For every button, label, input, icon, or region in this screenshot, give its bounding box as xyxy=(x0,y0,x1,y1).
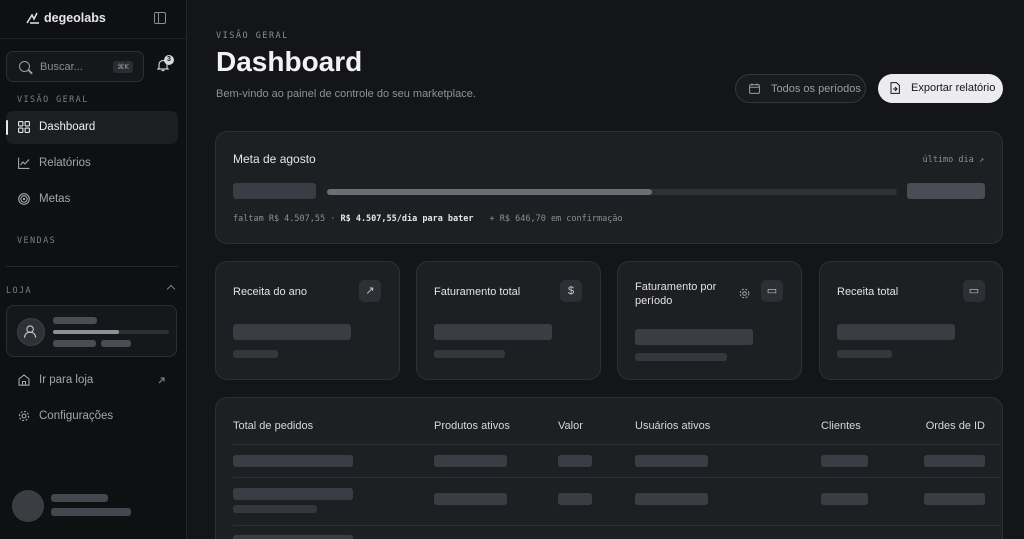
page-subtitle: Bem-vindo ao painel de controle do seu m… xyxy=(216,88,476,100)
chart-icon xyxy=(18,157,30,169)
section-label-sales: VENDAS xyxy=(17,236,57,246)
sidebar-item-relatorios[interactable]: Relatórios xyxy=(6,147,178,180)
search-placeholder: Buscar... xyxy=(40,61,83,73)
store-selector[interactable] xyxy=(6,305,177,357)
user-icon xyxy=(23,325,37,338)
column-header[interactable]: Valor xyxy=(558,420,583,432)
main-content: VISÃO GERAL Dashboard Bem-vindo ao paine… xyxy=(188,0,1024,539)
store-name-skeleton xyxy=(53,317,97,324)
stat-card-receita-ano: Receita do ano ↗ xyxy=(215,261,400,380)
export-report-label: Exportar relatório xyxy=(911,82,996,94)
column-header[interactable]: Produtos ativos xyxy=(434,420,510,432)
user-avatar[interactable] xyxy=(12,490,44,522)
stat-card-faturamento-periodo: Faturamento por período ▭ xyxy=(617,261,802,380)
search-shortcut: ⌘K xyxy=(113,61,133,73)
search-input[interactable]: Buscar... ⌘K xyxy=(6,51,144,82)
sidebar: degeolabs Buscar... ⌘K 3 VISÃO GERAL Das… xyxy=(0,0,187,539)
period-filter-button[interactable]: Todos os períodos xyxy=(735,74,866,103)
row-divider xyxy=(233,525,1001,526)
stat-title: Faturamento total xyxy=(434,286,521,298)
goal-last-day-link[interactable]: último dia ↗ xyxy=(923,155,984,165)
search-icon xyxy=(19,61,30,72)
stat-card-faturamento-total: Faturamento total $ xyxy=(416,261,601,380)
stat-value-skeleton xyxy=(434,324,552,340)
period-filter-label: Todos os períodos xyxy=(771,83,861,95)
gear-icon xyxy=(18,410,30,422)
home-icon xyxy=(18,374,30,386)
stat-meta-skeleton xyxy=(635,353,727,361)
page-eyebrow: VISÃO GERAL xyxy=(216,31,289,41)
export-report-button[interactable]: Exportar relatório xyxy=(878,74,1003,103)
goal-confirming: + R$ 646,70 em confirmação xyxy=(489,214,623,224)
stat-value-skeleton xyxy=(837,324,955,340)
row-divider xyxy=(233,477,1001,478)
divider xyxy=(6,266,178,267)
goal-current-skeleton xyxy=(233,183,316,199)
external-link-icon xyxy=(158,377,165,384)
active-indicator xyxy=(6,120,8,135)
goal-per-day: R$ 4.507,55/dia para bater xyxy=(340,214,474,224)
chevron-up-icon[interactable] xyxy=(166,284,176,294)
calendar-icon xyxy=(749,83,760,94)
column-header[interactable]: Total de pedidos xyxy=(233,420,313,432)
trend-up-icon: ↗ xyxy=(359,280,381,302)
column-header[interactable]: Ordes de ID xyxy=(926,420,985,432)
divider xyxy=(0,38,187,39)
user-name-skeleton xyxy=(51,494,108,502)
settings-icon[interactable] xyxy=(739,288,750,299)
sidebar-item-label: Configurações xyxy=(39,410,114,422)
stat-title: Receita total xyxy=(837,286,899,298)
card-icon: ▭ xyxy=(761,280,783,302)
store-progress-fill xyxy=(53,330,119,334)
sidebar-item-configuracoes[interactable]: Configurações xyxy=(6,400,178,433)
brand-logo[interactable]: degeolabs xyxy=(26,11,106,25)
section-label-store: LOJA xyxy=(6,286,33,296)
stat-meta-skeleton xyxy=(837,350,892,358)
grid-icon xyxy=(18,121,30,133)
stat-meta-skeleton xyxy=(233,350,278,358)
dollar-icon: $ xyxy=(560,280,582,302)
goal-remaining: faltam R$ 4.507,55 · xyxy=(233,214,341,224)
page-title: Dashboard xyxy=(216,46,363,77)
store-meta-skeleton xyxy=(53,340,96,347)
stat-value-skeleton xyxy=(233,324,351,340)
sidebar-toggle-icon[interactable] xyxy=(154,12,166,24)
stat-title: Faturamento por período xyxy=(635,281,717,307)
stat-value-skeleton xyxy=(635,329,753,345)
user-email-skeleton xyxy=(51,508,131,516)
brand-name: degeolabs xyxy=(44,11,106,25)
notification-badge: 3 xyxy=(164,55,174,65)
stat-meta-skeleton xyxy=(434,350,505,358)
goal-card: Meta de agosto último dia ↗ faltam R$ 4.… xyxy=(215,131,1003,244)
column-header[interactable]: Usuários ativos xyxy=(635,420,710,432)
orders-table: Total de pedidos Produtos ativos Valor U… xyxy=(215,397,1003,539)
section-label-overview: VISÃO GERAL xyxy=(17,95,89,105)
card-icon: ▭ xyxy=(963,280,985,302)
logo-icon xyxy=(26,12,39,24)
column-header[interactable]: Clientes xyxy=(821,420,861,432)
sidebar-item-label: Relatórios xyxy=(39,157,91,169)
goal-title: Meta de agosto xyxy=(233,152,316,166)
store-avatar xyxy=(17,318,45,346)
sidebar-item-label: Dashboard xyxy=(39,121,96,133)
row-divider xyxy=(233,444,1001,445)
goal-target-skeleton xyxy=(907,183,985,199)
file-export-icon xyxy=(890,82,900,94)
target-icon xyxy=(18,193,30,205)
sidebar-item-metas[interactable]: Metas xyxy=(6,183,178,216)
goal-progress-fill xyxy=(327,189,652,195)
goal-info: faltam R$ 4.507,55 · R$ 4.507,55/dia par… xyxy=(233,214,623,224)
sidebar-item-dashboard[interactable]: Dashboard xyxy=(6,111,178,144)
store-meta-skeleton xyxy=(101,340,131,347)
stat-title: Receita do ano xyxy=(233,286,307,298)
goal-progress-bar xyxy=(327,189,897,195)
stat-card-receita-total: Receita total ▭ xyxy=(819,261,1003,380)
sidebar-item-label: Ir para loja xyxy=(39,374,94,386)
sidebar-item-label: Metas xyxy=(39,193,71,205)
sidebar-item-ir-para-loja[interactable]: Ir para loja xyxy=(6,364,178,397)
